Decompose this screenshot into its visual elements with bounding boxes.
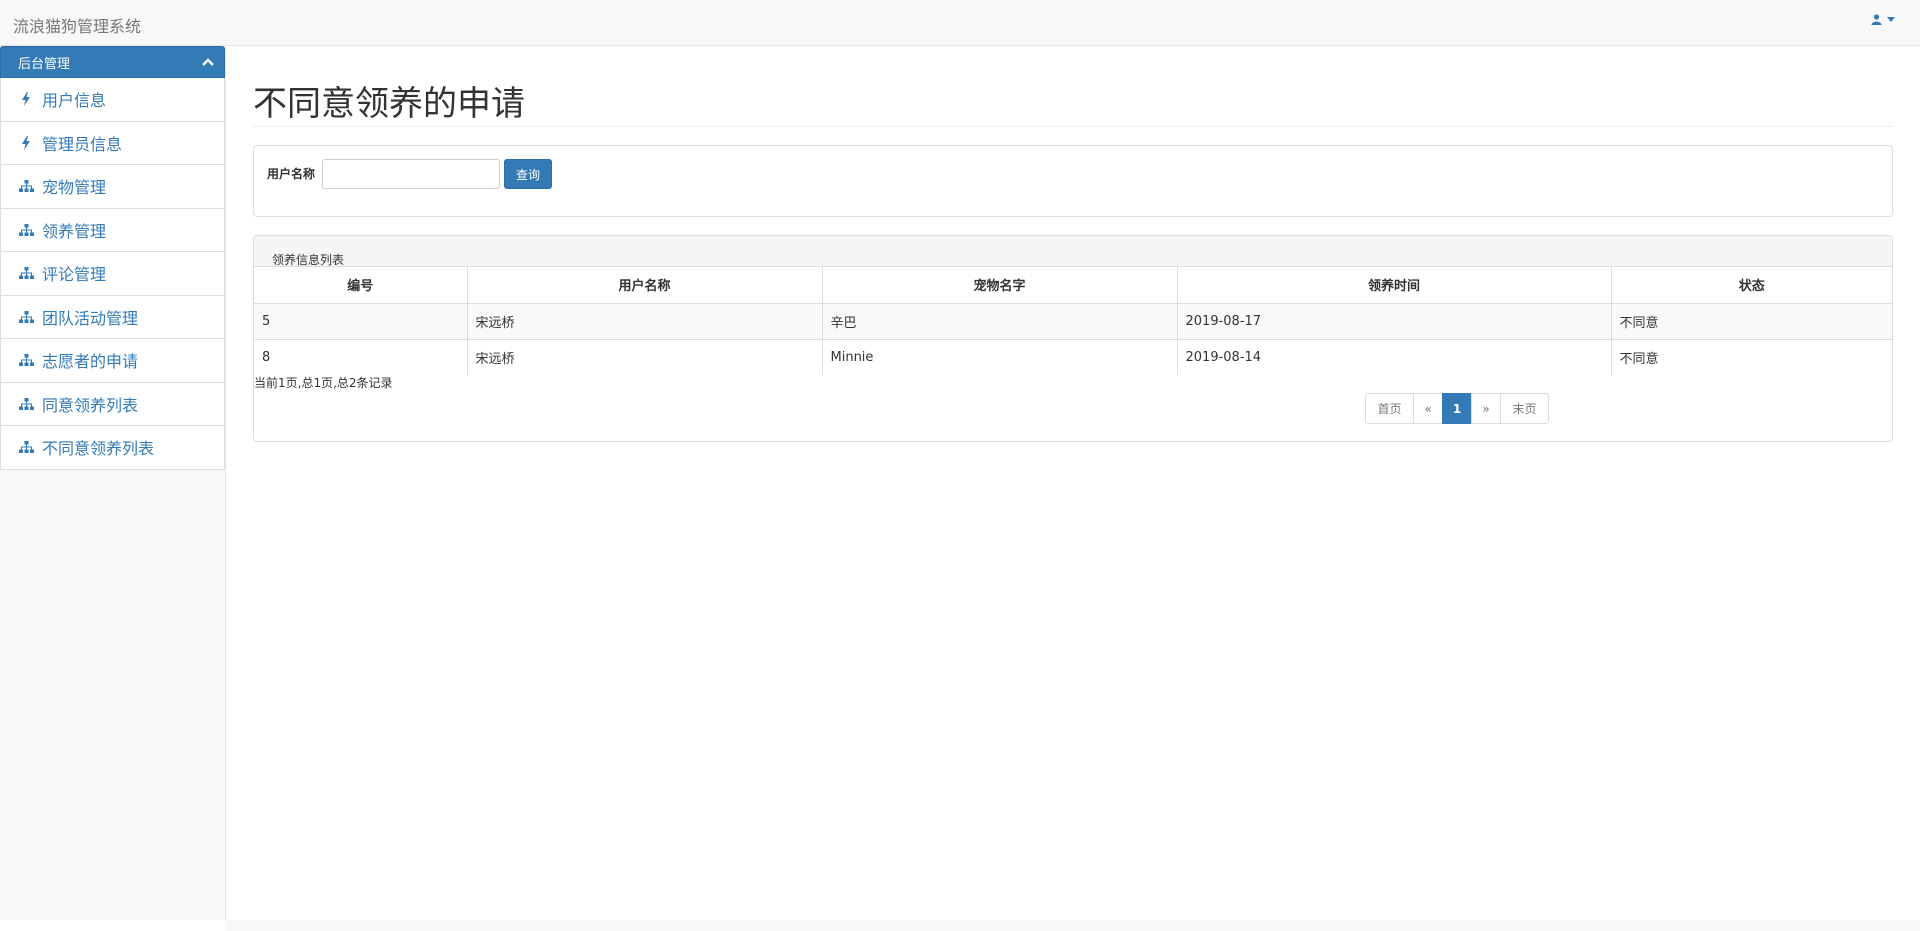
adoption-table: 编号 用户名称 宠物名字 领养时间 状态 5 宋远桥 辛巴 2019-08-17… bbox=[254, 267, 1892, 375]
user-menu[interactable] bbox=[1871, 14, 1895, 25]
footer-strip bbox=[226, 920, 1920, 931]
sidebar-menu: 用户信息 管理员信息 宠物管理 领养管理 评论管理 团队活动管理 志愿者的申请 bbox=[0, 78, 225, 470]
cell-status: 不同意 bbox=[1611, 303, 1892, 340]
sidebar-item-label: 评论管理 bbox=[42, 265, 107, 285]
pager-prev-button[interactable]: « bbox=[1413, 393, 1443, 424]
sidebar-item-pet-management[interactable]: 宠物管理 bbox=[0, 165, 225, 209]
column-header-username: 用户名称 bbox=[467, 267, 823, 304]
user-icon bbox=[1871, 14, 1882, 25]
pager-first-button[interactable]: 首页 bbox=[1365, 393, 1414, 424]
cell-status: 不同意 bbox=[1619, 351, 1659, 367]
chevron-up-icon[interactable] bbox=[202, 58, 214, 66]
table-header-row: 编号 用户名称 宠物名字 领养时间 状态 bbox=[254, 267, 1892, 304]
cell-pet-name: Minnie bbox=[822, 339, 1178, 375]
adoption-list-panel: 领养信息列表 编号 用户名称 宠物名字 领养时间 状态 5 宋远桥 辛巴 201… bbox=[253, 235, 1893, 442]
pagination-info: 当前1页,总1页,总2条记录 bbox=[254, 376, 393, 390]
caret-down-icon bbox=[1887, 17, 1895, 22]
sidebar-item-adoption-management[interactable]: 领养管理 bbox=[0, 208, 225, 252]
pager-next-button[interactable]: » bbox=[1471, 393, 1501, 424]
sidebar: 后台管理 用户信息 管理员信息 宠物管理 领养管理 评论管理 团队活动管理 志愿… bbox=[0, 46, 226, 920]
sidebar-item-label: 用户信息 bbox=[42, 91, 107, 111]
sidebar-item-approved-adoptions[interactable]: 同意领养列表 bbox=[0, 382, 225, 426]
column-header-id: 编号 bbox=[254, 267, 468, 304]
cell-pet-name: 辛巴 bbox=[822, 303, 1178, 340]
cell-id: 5 bbox=[254, 303, 468, 340]
sidebar-item-user-info[interactable]: 用户信息 bbox=[0, 78, 225, 122]
sitemap-icon bbox=[18, 397, 34, 410]
search-button[interactable]: 查询 bbox=[504, 159, 552, 189]
sidebar-item-label: 不同意领养列表 bbox=[42, 439, 155, 459]
cell-username: 宋远桥 bbox=[467, 339, 823, 375]
sidebar-item-label: 宠物管理 bbox=[42, 178, 107, 198]
sidebar-item-label: 管理员信息 bbox=[42, 134, 123, 154]
sidebar-item-label: 团队活动管理 bbox=[42, 308, 139, 328]
bolt-icon bbox=[18, 92, 34, 107]
search-panel: 用户名称 查询 bbox=[253, 145, 1893, 217]
column-header-status: 状态 bbox=[1611, 267, 1892, 304]
app-title[interactable]: 流浪猫狗管理系统 bbox=[13, 13, 141, 37]
bolt-icon bbox=[18, 135, 34, 150]
sidebar-item-label: 领养管理 bbox=[42, 221, 107, 241]
sidebar-header-label: 后台管理 bbox=[18, 56, 71, 72]
sidebar-item-rejected-adoptions[interactable]: 不同意领养列表 bbox=[0, 426, 225, 470]
table-row: 8 宋远桥 Minnie 2019-08-14 不同意 bbox=[254, 339, 1892, 375]
sidebar-item-team-activity[interactable]: 团队活动管理 bbox=[0, 295, 225, 339]
pager-last-button[interactable]: 末页 bbox=[1500, 393, 1549, 424]
sitemap-icon bbox=[18, 267, 34, 280]
top-navbar: 流浪猫狗管理系统 bbox=[0, 0, 1920, 46]
table-row: 5 宋远桥 辛巴 2019-08-17 不同意 bbox=[254, 303, 1892, 340]
sidebar-item-volunteer-applications[interactable]: 志愿者的申请 bbox=[0, 339, 225, 383]
search-input[interactable] bbox=[322, 159, 500, 189]
cell-adoption-time: 2019-08-14 bbox=[1177, 339, 1612, 375]
sidebar-item-label: 同意领养列表 bbox=[42, 395, 139, 415]
sidebar-item-label: 志愿者的申请 bbox=[42, 352, 139, 372]
column-header-pet-name: 宠物名字 bbox=[822, 267, 1178, 304]
sidebar-item-admin-info[interactable]: 管理员信息 bbox=[0, 121, 225, 165]
page-title: 不同意领养的申请 bbox=[253, 84, 525, 124]
pagination: 首页 « 1 » 末页 bbox=[1365, 393, 1549, 424]
cell-username: 宋远桥 bbox=[467, 303, 823, 340]
sidebar-item-comment-management[interactable]: 评论管理 bbox=[0, 252, 225, 296]
pager-page-current[interactable]: 1 bbox=[1442, 393, 1472, 424]
sitemap-icon bbox=[18, 180, 34, 193]
sitemap-icon bbox=[18, 310, 34, 323]
cell-adoption-time: 2019-08-17 bbox=[1177, 303, 1612, 340]
sitemap-icon bbox=[18, 441, 34, 454]
column-header-adoption-time: 领养时间 bbox=[1177, 267, 1612, 304]
sitemap-icon bbox=[18, 223, 34, 236]
cell-id: 8 bbox=[254, 339, 468, 375]
sidebar-header[interactable]: 后台管理 bbox=[0, 46, 225, 78]
title-divider bbox=[253, 126, 1893, 127]
sitemap-icon bbox=[18, 354, 34, 367]
list-panel-title: 领养信息列表 bbox=[254, 236, 1892, 267]
search-label: 用户名称 bbox=[267, 167, 316, 181]
